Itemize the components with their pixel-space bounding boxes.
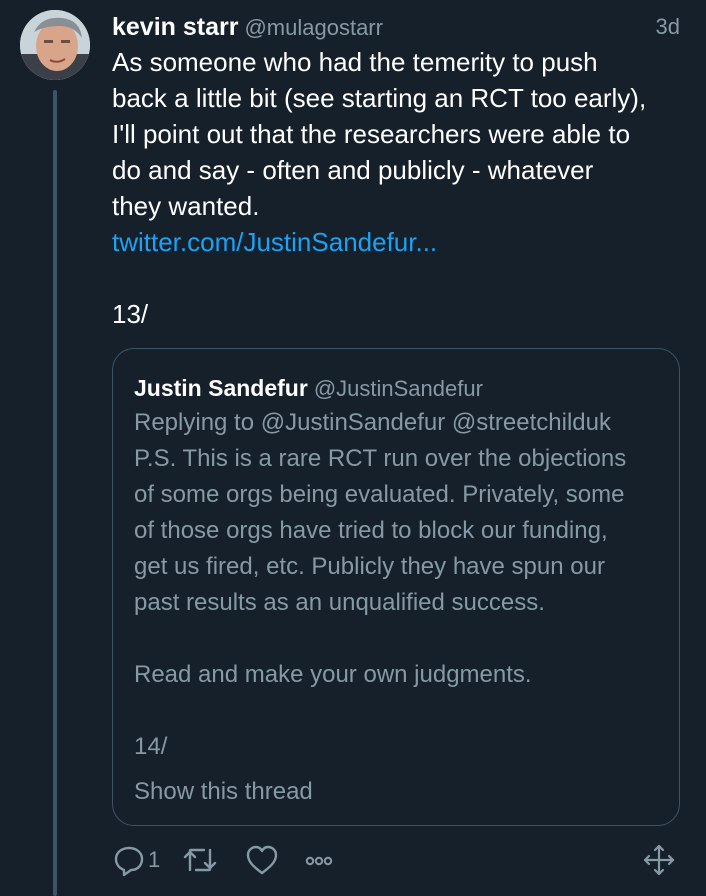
retweet-icon [183, 848, 217, 872]
expand-button[interactable] [642, 842, 676, 878]
more-options-button[interactable] [302, 842, 336, 878]
tweet-text-line: I'll point out that the researchers were… [112, 119, 631, 149]
author-handle[interactable]: @mulagostarr [244, 15, 383, 40]
reply-context: Replying to @JustinSandefur @streetchild… [134, 409, 611, 436]
avatar[interactable] [20, 10, 90, 80]
quoted-text-line: of those orgs have tried to block our fu… [134, 517, 608, 544]
timestamp[interactable]: 3d [656, 10, 680, 44]
thread-connector-line [53, 90, 57, 896]
like-icon [246, 845, 278, 875]
thread-count: 13/ [112, 299, 149, 329]
expand-icon [643, 844, 675, 876]
tweet-text-line: As someone who had the temerity to push [112, 47, 598, 77]
reply-count: 1 [148, 847, 161, 872]
quoted-author-name: Justin Sandefur [134, 375, 308, 401]
retweet-button[interactable] [182, 842, 218, 878]
tweet-text: As someone who had the temerity to push … [112, 44, 692, 260]
tweet-header: kevin starr @mulagostarr 3d [112, 10, 686, 44]
author-name[interactable]: kevin starr [112, 13, 238, 41]
avatar-image [20, 10, 90, 80]
tweet-text-line: they wanted. [112, 191, 260, 221]
tweet: kevin starr @mulagostarr 3d As someone wh… [0, 0, 706, 896]
action-bar: 1 [112, 842, 686, 878]
reply-icon [114, 846, 144, 877]
like-button[interactable] [244, 842, 280, 878]
quoted-text-line: past results as an unqualified success. [134, 589, 545, 616]
quoted-tweet[interactable]: Justin Sandefur @JustinSandefur Replying … [112, 348, 680, 826]
quoted-text-line: get us fired, etc. Publicly they have sp… [134, 553, 605, 580]
quoted-thread-count: 14/ [134, 733, 168, 760]
tweet-link[interactable]: twitter.com/JustinSandefur... [112, 227, 437, 257]
tweet-text-line: back a little bit (see starting an RCT t… [112, 83, 647, 113]
quoted-author-handle: @JustinSandefur [313, 376, 483, 401]
quoted-text-line: of some orgs being evaluated. Privately,… [134, 481, 625, 508]
show-thread-link[interactable]: Show this thread [134, 774, 313, 810]
quoted-tweet-header: Justin Sandefur @JustinSandefur [134, 371, 483, 409]
reply-button[interactable]: 1 [112, 842, 160, 878]
quoted-closing-line: Read and make your own judgments. [134, 661, 532, 688]
quoted-tweet-body: Replying to @JustinSandefur @streetchild… [134, 405, 664, 693]
quoted-text-line: P.S. This is a rare RCT run over the obj… [134, 445, 627, 472]
more-icon [305, 856, 333, 866]
tweet-text-line: do and say - often and publicly - whatev… [112, 155, 594, 185]
